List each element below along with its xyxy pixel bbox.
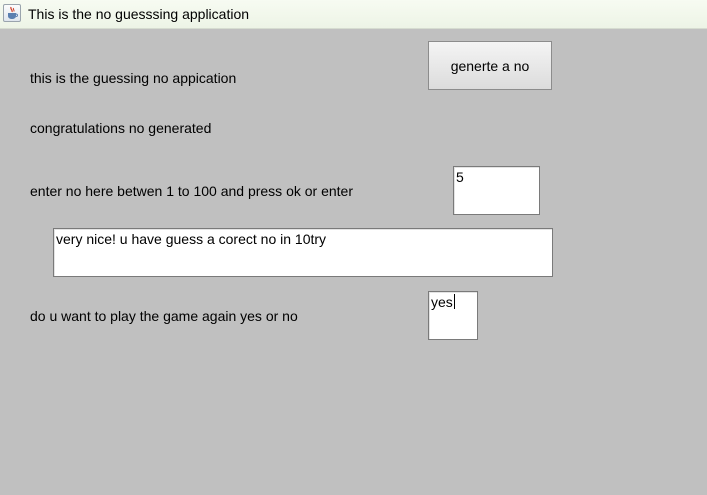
java-cup-icon[interactable] <box>3 4 21 22</box>
title-bar: This is the no guesssing application <box>0 0 707 29</box>
result-text-field[interactable]: very nice! u have guess a corect no in 1… <box>53 228 553 277</box>
generate-number-button[interactable]: generte a no <box>428 41 552 90</box>
result-message: very nice! u have guess a corect no in 1… <box>56 231 327 247</box>
text-caret <box>453 294 455 309</box>
replay-input[interactable]: yes <box>428 291 478 340</box>
guess-prompt-label: enter no here betwen 1 to 100 and press … <box>30 183 353 199</box>
guess-input-value: 5 <box>456 169 464 185</box>
window-title: This is the no guesssing application <box>28 6 250 22</box>
intro-label: this is the guessing no appication <box>30 70 237 86</box>
replay-prompt-label: do u want to play the game again yes or … <box>30 308 298 324</box>
status-message: congratulations no generated <box>30 120 212 136</box>
replay-input-value: yes <box>431 294 453 310</box>
guess-input[interactable]: 5 <box>453 166 540 215</box>
main-panel: this is the guessing no appication gener… <box>0 29 707 495</box>
